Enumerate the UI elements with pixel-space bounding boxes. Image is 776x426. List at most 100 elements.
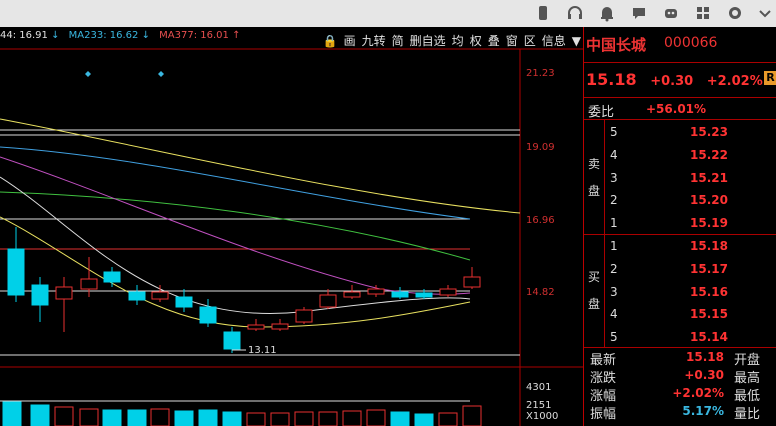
- ma-curve-yellow2: [0, 216, 471, 328]
- volume-bar: [222, 411, 242, 426]
- level-price: 15.21: [690, 170, 728, 185]
- ma-legend-item: 44: 16.91 ↓: [0, 30, 60, 41]
- candle-body: [319, 294, 337, 308]
- r-badge[interactable]: R: [764, 71, 776, 85]
- tool-rights[interactable]: 权: [468, 32, 484, 49]
- headset-icon[interactable]: [566, 4, 584, 22]
- grid-icon[interactable]: [694, 4, 712, 22]
- volume-bar: [438, 412, 458, 426]
- candle-body: [175, 296, 193, 308]
- volume-bar: [342, 410, 362, 426]
- quote-level-row[interactable]: 3 15.21: [610, 168, 775, 190]
- level-number: 1: [610, 216, 618, 231]
- candle-body: [367, 288, 385, 295]
- divider: [584, 234, 776, 235]
- menu-dropdown-icon[interactable]: ▼: [570, 34, 583, 48]
- level-number: 3: [610, 284, 618, 299]
- stock-code: 000066: [664, 35, 718, 51]
- level-price: 15.18: [690, 239, 728, 253]
- price-tick: 21.23: [526, 68, 555, 79]
- tool-window[interactable]: 窗: [504, 32, 520, 49]
- webi-label: 委比: [588, 105, 615, 120]
- ma-marker: [85, 71, 91, 77]
- volume-bar: [198, 409, 218, 426]
- candle-body: [80, 278, 98, 290]
- stat-label: 涨跌: [590, 371, 617, 386]
- sell-label: 卖: [587, 157, 600, 171]
- last-price: 15.18: [586, 70, 637, 89]
- volume-bar: [150, 408, 170, 426]
- tablet-icon[interactable]: [534, 4, 552, 22]
- price-tick: 16.96: [526, 215, 555, 226]
- candle-body: [103, 271, 121, 283]
- quote-level-row[interactable]: 4 15.22: [610, 145, 775, 167]
- chevron-down-icon[interactable]: [756, 4, 774, 22]
- sell-label: 盘: [587, 184, 600, 198]
- volume-tick: 4301: [526, 382, 552, 393]
- tool-range[interactable]: 区: [522, 32, 538, 49]
- candle-body: [343, 291, 361, 298]
- level-price: 15.14: [690, 330, 728, 345]
- tool-overlay[interactable]: 叠: [486, 32, 502, 49]
- quote-panel: 中国长城 000066 15.18 +0.30 +2.02% R 委比 +56.…: [583, 27, 776, 426]
- chart-toolbar: 🔒 画 九转 简 删自选 均 权 叠 窗 区 信息 ▼: [321, 32, 583, 49]
- volume-bar: [414, 413, 434, 426]
- eye-icon[interactable]: [726, 4, 744, 22]
- quote-level-row[interactable]: 5 15.23: [610, 122, 775, 144]
- quote-level-row[interactable]: 2 15.20: [610, 190, 775, 212]
- quote-level-row[interactable]: 5 15.14: [610, 327, 775, 349]
- quote-level-row[interactable]: 2 15.17: [610, 259, 775, 281]
- tool-draw[interactable]: 画: [342, 32, 358, 49]
- quote-level-row[interactable]: 3 15.16: [610, 282, 775, 304]
- candle-body: [295, 309, 313, 323]
- quote-level-row[interactable]: 1 15.18: [610, 236, 775, 258]
- stock-name[interactable]: 中国长城: [586, 34, 646, 55]
- system-top-bar: [0, 0, 776, 27]
- candle-body: [55, 286, 73, 300]
- volume-bar: [366, 409, 386, 426]
- level-price: 15.23: [690, 125, 728, 139]
- kline-chart: [0, 48, 583, 426]
- volume-bar: [102, 409, 122, 426]
- low-price-marker: 13.11: [248, 345, 277, 356]
- candle-body: [199, 306, 217, 324]
- price-change-pct: +2.02%: [706, 74, 763, 89]
- tool-lock[interactable]: 🔒: [321, 34, 340, 48]
- gamepad-icon[interactable]: [662, 4, 680, 22]
- quote-level-row[interactable]: 1 15.19: [610, 213, 775, 235]
- buy-label: 买: [587, 270, 600, 284]
- ma-curve-yellow: [0, 118, 521, 214]
- bell-icon[interactable]: [598, 4, 616, 22]
- tool-info[interactable]: 信息: [540, 32, 568, 49]
- stat-label-secondary: 量比: [734, 407, 761, 422]
- candle-body: [7, 248, 25, 296]
- price-tick: 14.82: [526, 287, 555, 298]
- tool-simple[interactable]: 简: [390, 32, 406, 49]
- divider: [604, 235, 605, 347]
- ma-curve-blue: [0, 146, 471, 220]
- tool-jiuzhuan[interactable]: 九转: [360, 32, 388, 49]
- volume-bar: [127, 409, 147, 426]
- candle-body: [151, 291, 169, 300]
- volume-bar: [2, 401, 22, 426]
- stat-label-secondary: 最低: [734, 389, 761, 404]
- stat-label-secondary: 开盘: [734, 353, 761, 368]
- level-number: 1: [610, 239, 618, 253]
- stat-value: +2.02%: [672, 386, 724, 400]
- tool-average[interactable]: 均: [450, 32, 466, 49]
- level-price: 15.22: [690, 147, 728, 162]
- stat-value: +0.30: [684, 368, 724, 382]
- ma-legend: 44: 16.91 ↓ MA233: 16.62 ↓ MA377: 16.01 …: [0, 30, 246, 41]
- quote-level-row[interactable]: 4 15.15: [610, 304, 775, 326]
- candle-body: [247, 324, 265, 330]
- message-icon[interactable]: [630, 4, 648, 22]
- price-tick: 19.09: [526, 142, 555, 153]
- candle-body: [271, 323, 289, 330]
- ma-marker: [158, 71, 164, 77]
- divider: [584, 119, 776, 120]
- level-price: 15.16: [690, 284, 728, 299]
- stat-label: 最新: [590, 353, 617, 368]
- webi-value: +56.01%: [646, 102, 707, 116]
- volume-bar: [270, 412, 290, 426]
- tool-remove-watchlist[interactable]: 删自选: [408, 32, 448, 49]
